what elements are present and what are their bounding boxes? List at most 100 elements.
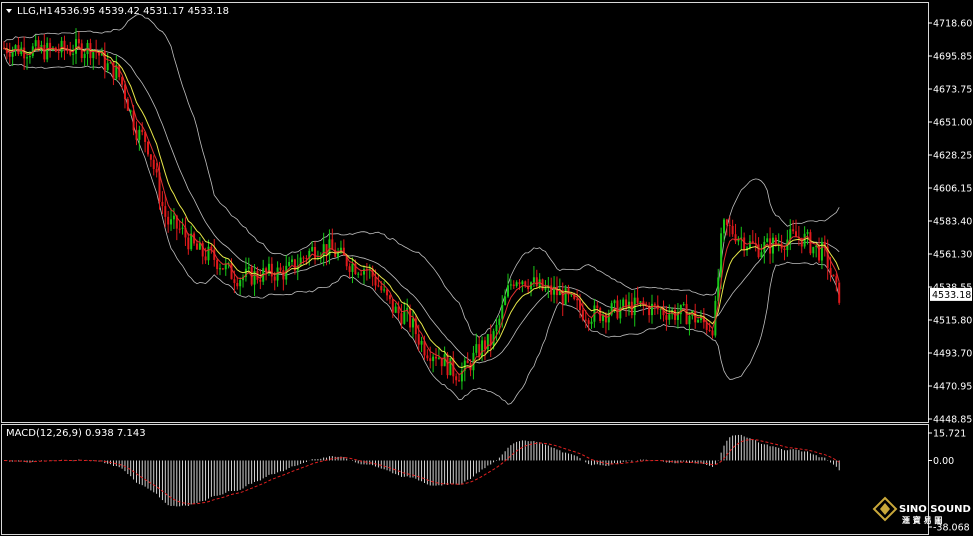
candle xyxy=(812,246,815,258)
candle xyxy=(486,334,489,354)
candle xyxy=(365,262,368,281)
candle xyxy=(221,267,224,271)
candle xyxy=(244,257,247,282)
candle xyxy=(49,38,52,58)
candle xyxy=(86,39,89,66)
candle xyxy=(627,292,630,316)
candle xyxy=(535,269,538,288)
candle xyxy=(515,280,518,288)
candle xyxy=(475,333,478,356)
candle xyxy=(685,294,688,325)
candle xyxy=(832,274,835,277)
candle xyxy=(437,347,440,360)
candle xyxy=(262,259,265,286)
candle xyxy=(440,357,443,376)
candle xyxy=(564,285,567,306)
candle xyxy=(625,294,628,317)
candle xyxy=(135,121,138,146)
candle xyxy=(435,348,437,366)
price-axis: 4718.60 4695.85 4673.75 4651.00 4628.25 4606.… xyxy=(928,19,972,426)
candle xyxy=(270,257,273,284)
candle xyxy=(118,64,121,81)
candle xyxy=(449,357,452,376)
candle xyxy=(460,362,463,390)
candle xyxy=(170,208,173,231)
candle xyxy=(414,313,417,344)
candle xyxy=(777,233,780,252)
candle xyxy=(743,232,746,257)
candle xyxy=(394,302,397,314)
macd-label: MACD(12,26,9) 0.938 7.143 xyxy=(6,428,146,439)
price-tick-label: 4561.30 xyxy=(933,250,972,261)
candle xyxy=(8,42,11,64)
candle xyxy=(751,230,754,245)
symbol-label: LLG,H1 xyxy=(17,6,53,17)
candle xyxy=(210,244,213,254)
candle xyxy=(190,225,193,252)
candle xyxy=(253,264,256,297)
candle xyxy=(383,281,386,293)
candle xyxy=(279,262,282,272)
candle xyxy=(426,349,429,362)
candle xyxy=(760,244,763,259)
price-tick-label: 4583.40 xyxy=(933,217,972,228)
candle xyxy=(616,295,619,320)
candle xyxy=(242,274,245,288)
candle xyxy=(164,194,167,228)
candle xyxy=(676,303,679,329)
candle xyxy=(553,276,556,304)
price-tick-label: 4493.70 xyxy=(933,349,972,360)
candle xyxy=(34,34,37,50)
price-tick-label: 4470.95 xyxy=(933,382,972,393)
candle xyxy=(147,141,149,157)
candle xyxy=(633,290,636,327)
price-tick-label: 4673.75 xyxy=(933,85,972,96)
candle xyxy=(648,302,651,323)
candle xyxy=(734,223,737,245)
candle xyxy=(216,258,219,275)
candle xyxy=(604,312,607,334)
price-tick-label: 4718.60 xyxy=(933,19,972,30)
candle xyxy=(581,301,584,322)
candle xyxy=(826,239,829,280)
candle xyxy=(276,261,279,287)
candle xyxy=(731,219,734,237)
candle xyxy=(771,233,774,263)
candle xyxy=(530,281,533,297)
candle xyxy=(219,263,221,276)
bollinger-upper-band xyxy=(3,13,840,339)
candle xyxy=(403,301,406,325)
candle xyxy=(561,282,564,317)
candle xyxy=(636,286,639,306)
candle xyxy=(489,324,492,358)
chart-header[interactable]: LLG,H1 4536.95 4539.42 4531.17 4533.18 xyxy=(6,6,229,17)
price-tick-label: 4695.85 xyxy=(933,52,972,63)
candle xyxy=(388,294,391,304)
candle xyxy=(642,297,645,316)
candle xyxy=(181,218,184,235)
candle xyxy=(334,242,337,258)
candle xyxy=(524,280,527,288)
last-price-label: 4533.18 xyxy=(932,290,971,301)
candle xyxy=(141,122,144,136)
candle xyxy=(57,43,60,60)
candle xyxy=(656,295,659,315)
candle xyxy=(766,233,769,243)
candle xyxy=(512,280,515,290)
price-tick-label: 4515.80 xyxy=(933,316,972,327)
candle xyxy=(285,254,288,285)
candle xyxy=(187,233,190,255)
candle xyxy=(351,257,354,284)
candle xyxy=(75,28,77,64)
candle xyxy=(167,210,170,233)
candle xyxy=(769,227,772,264)
candle xyxy=(314,241,317,265)
price-tick-label: 4651.00 xyxy=(933,118,972,129)
dropdown-arrow-icon[interactable] xyxy=(6,9,12,13)
macd-histogram xyxy=(3,434,840,507)
moving-averages xyxy=(3,45,840,376)
candle xyxy=(795,219,797,238)
candle xyxy=(72,44,75,65)
candle xyxy=(763,236,766,264)
candle xyxy=(679,304,682,325)
